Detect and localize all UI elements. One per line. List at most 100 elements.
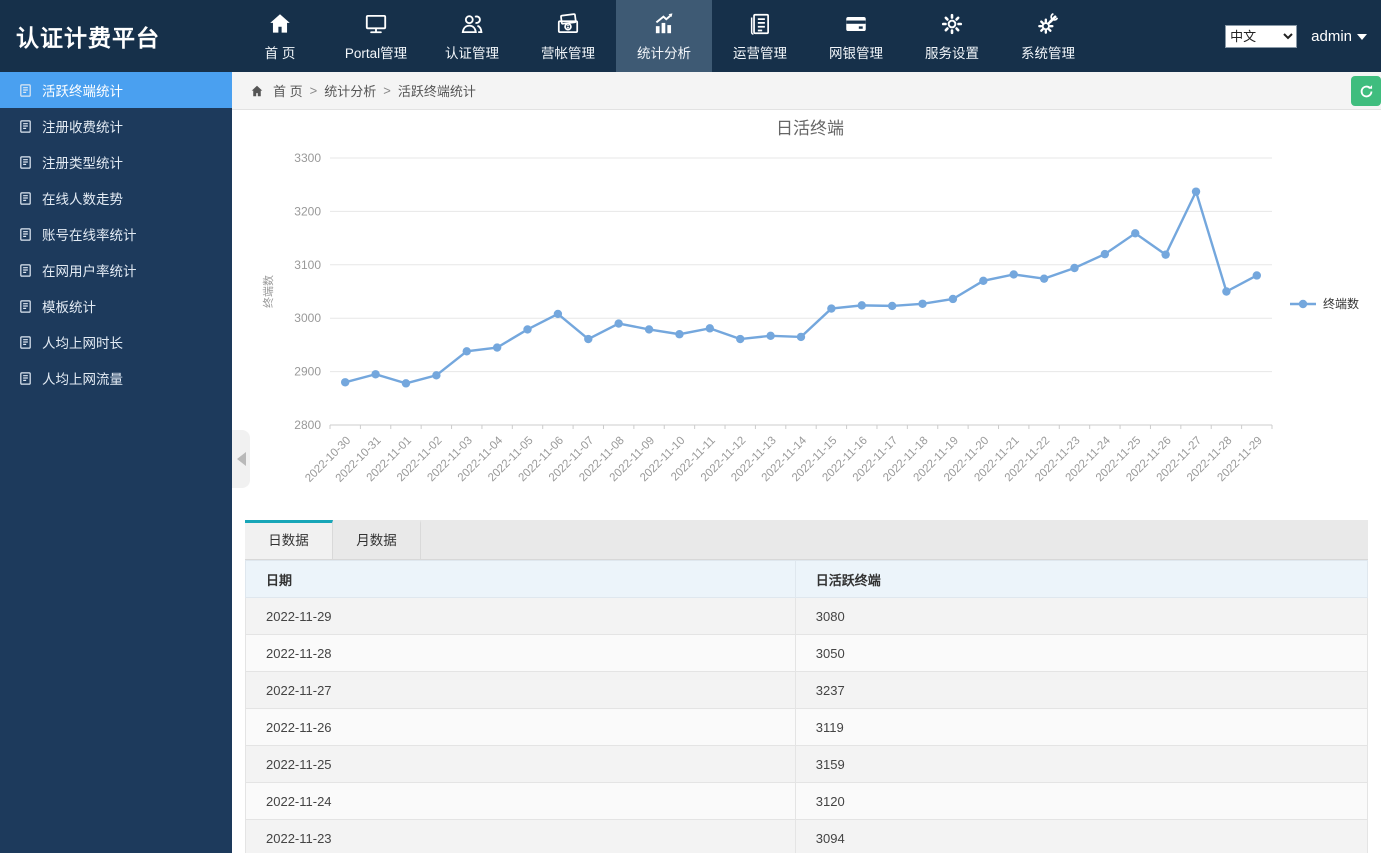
- breadcrumb-separator: >: [383, 83, 391, 98]
- data-point: [492, 343, 502, 352]
- nav-item-monitor[interactable]: Portal管理: [328, 0, 424, 72]
- data-point: [1161, 250, 1170, 259]
- y-tick-label: 3000: [294, 311, 321, 325]
- nav-item-label: 营帐管理: [541, 46, 595, 61]
- cell-date: 2022-11-24: [245, 782, 796, 820]
- data-tabs: 日数据 月数据: [245, 520, 1368, 560]
- nav-item-label: 认证管理: [445, 46, 499, 61]
- sidebar-item-label: 在网用户率统计: [42, 264, 137, 279]
- user-menu[interactable]: admin: [1311, 28, 1367, 45]
- breadcrumb-item[interactable]: 统计分析: [324, 81, 376, 100]
- table-header-row: 日期 日活跃终端: [245, 560, 1369, 598]
- daily-data-table: 日期 日活跃终端 2022-11-29 3080 2022-11-28 3050 202…: [245, 560, 1369, 853]
- report-icon: [20, 119, 31, 133]
- table-row: 2022-11-29 3080: [245, 597, 1369, 635]
- data-point: [1009, 270, 1018, 279]
- home-icon: [251, 85, 263, 96]
- data-point: [1191, 187, 1201, 196]
- monitor-icon: [365, 14, 387, 33]
- users-icon: [461, 14, 483, 33]
- data-point: [948, 294, 958, 304]
- nav-item-chart[interactable]: 统计分析: [616, 0, 712, 72]
- sidebar-item[interactable]: 注册收费统计: [0, 108, 232, 144]
- table-row: 2022-11-23 3094: [245, 819, 1369, 853]
- sidebar-item[interactable]: 注册类型统计: [0, 144, 232, 180]
- sidebar-item[interactable]: 账号在线率统计: [0, 216, 232, 252]
- data-point: [1100, 249, 1110, 259]
- sidebar-item[interactable]: 在网用户率统计: [0, 252, 232, 288]
- column-header-date: 日期: [245, 560, 796, 598]
- legend-label[interactable]: 终端数: [1323, 296, 1359, 311]
- data-point: [918, 299, 927, 308]
- refresh-button[interactable]: [1351, 76, 1381, 106]
- nav-item-label: 服务设置: [925, 46, 979, 61]
- data-point: [1039, 274, 1049, 283]
- nav-item-operations[interactable]: 运营管理: [712, 0, 808, 72]
- tab-daily-data[interactable]: 日数据: [245, 520, 333, 559]
- report-icon: [20, 371, 31, 385]
- nav-item-system-gear[interactable]: 系统管理: [1000, 0, 1096, 72]
- y-axis-label: 终端数: [261, 275, 275, 308]
- report-icon: [20, 335, 31, 349]
- column-header-active-terminals: 日活跃终端: [794, 560, 1369, 598]
- breadcrumb-item[interactable]: 首 页: [273, 81, 303, 100]
- table-row: 2022-11-25 3159: [245, 745, 1369, 783]
- data-point: [766, 331, 775, 341]
- sidebar-item[interactable]: 活跃终端统计: [0, 72, 232, 108]
- sidebar: 活跃终端统计注册收费统计 注册类型统计 在线人数走势 账号在线率统计在网用户率统计 模板…: [0, 72, 232, 853]
- report-icon: [20, 263, 31, 277]
- cell-date: 2022-11-28: [245, 634, 796, 672]
- nav-item-label: 运营管理: [733, 46, 787, 61]
- data-point: [553, 309, 563, 319]
- system-gear-wrench-icon: [1038, 12, 1059, 34]
- sidebar-item[interactable]: 人均上网流量: [0, 360, 232, 396]
- cell-active-terminals: 3120: [794, 782, 1369, 820]
- gear-icon: [941, 13, 963, 34]
- sidebar-item[interactable]: 人均上网时长: [0, 324, 232, 360]
- language-select[interactable]: 中文: [1225, 24, 1298, 48]
- top-navbar: 认证计费平台 首 页 Portal管理 认证管理 营帐管理 统计分析 运营管理 网银管理 服务…: [0, 0, 1381, 72]
- chart-panel: 日活终端 2800 2900 3000 3100 3200 3300 终端数 2022-10-3…: [232, 110, 1381, 517]
- data-point: [736, 334, 745, 344]
- nav-item-home[interactable]: 首 页: [232, 0, 328, 72]
- cell-active-terminals: 3094: [794, 819, 1369, 853]
- sidebar-item[interactable]: 在线人数走势: [0, 180, 232, 216]
- bank-card-icon: [846, 16, 866, 31]
- data-point: [401, 379, 411, 388]
- cell-date: 2022-11-25: [245, 745, 796, 783]
- cell-date: 2022-11-26: [245, 708, 796, 746]
- nav-item-gear[interactable]: 服务设置: [904, 0, 1000, 72]
- data-point: [523, 325, 532, 334]
- money-notes-icon: [557, 12, 579, 33]
- data-point: [1222, 287, 1231, 296]
- nav-item-billing[interactable]: 营帐管理: [520, 0, 616, 72]
- table-row: 2022-11-27 3237: [245, 671, 1369, 709]
- cell-date: 2022-11-29: [245, 597, 796, 635]
- data-point: [340, 378, 350, 387]
- data-point: [796, 332, 806, 342]
- y-tick-label: 3200: [294, 204, 321, 218]
- sidebar-item-label: 模板统计: [42, 300, 96, 315]
- chevron-down-icon: [1357, 34, 1367, 40]
- y-tick-label: 2800: [294, 418, 321, 432]
- y-tick-label: 3300: [294, 151, 321, 165]
- breadcrumb: 首 页 > 统计分析 > 活跃终端统计: [250, 81, 476, 100]
- data-point: [1131, 229, 1140, 238]
- cell-active-terminals: 3237: [794, 671, 1369, 709]
- data-point: [432, 371, 441, 380]
- cell-active-terminals: 3119: [794, 708, 1369, 746]
- sidebar-collapse-handle[interactable]: [232, 430, 250, 488]
- username-label: admin: [1311, 27, 1352, 45]
- breadcrumb-separator: >: [309, 83, 318, 98]
- y-tick-label: 2900: [294, 365, 321, 379]
- sidebar-item-label: 活跃终端统计: [42, 84, 123, 99]
- cell-active-terminals: 3080: [794, 597, 1369, 635]
- breadcrumb-item: 活跃终端统计: [397, 84, 476, 99]
- nav-item-users[interactable]: 认证管理: [424, 0, 520, 72]
- y-tick-label: 3100: [294, 258, 321, 272]
- data-point: [644, 325, 654, 334]
- tab-monthly-data[interactable]: 月数据: [333, 520, 421, 559]
- report-icon: [20, 227, 31, 241]
- sidebar-item[interactable]: 模板统计: [0, 288, 232, 324]
- nav-item-bank-card[interactable]: 网银管理: [808, 0, 904, 72]
